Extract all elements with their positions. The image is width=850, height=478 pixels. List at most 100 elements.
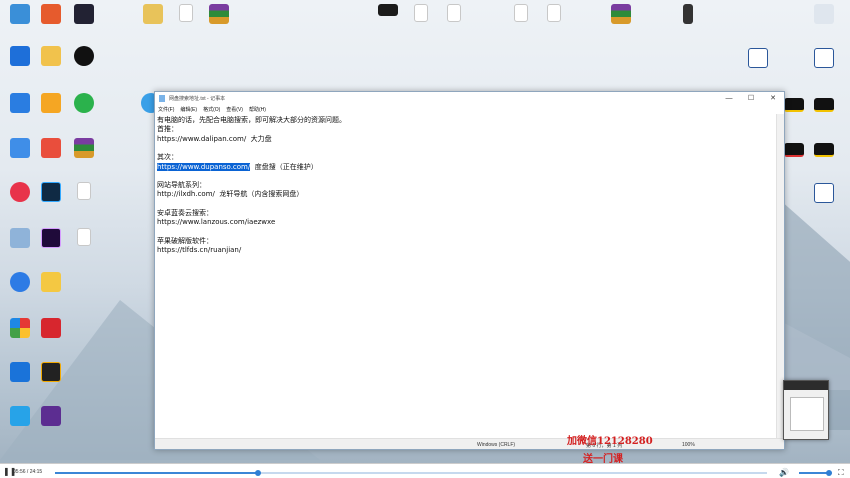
volume-handle[interactable] [825,470,832,476]
selected-text[interactable]: https://www.dupanso.com/ [157,162,251,171]
text-line: 其次： [157,153,178,162]
file-icon [814,4,834,24]
desktop-icon[interactable] [66,93,102,113]
app-icon [10,182,30,202]
desktop-icon[interactable] [806,143,842,157]
maximize-button[interactable]: ☐ [740,94,762,102]
desktop-icon[interactable] [66,46,102,66]
desktop-icon[interactable] [66,182,102,200]
text-line: https://www.lanzous.com/iaezwxe [157,218,276,227]
desktop-icon[interactable] [806,183,842,203]
notepad-window[interactable]: 网盘搜索地址.txt - 记事本 — ☐ ✕ 文件(F) 编辑(E) 格式(O)… [154,91,785,450]
desktop: 网盘搜索地址.txt - 记事本 — ☐ ✕ 文件(F) 编辑(E) 格式(O)… [0,0,850,463]
file-icon [547,4,561,22]
desktop-icon[interactable] [740,48,776,68]
desktop-icon[interactable] [33,318,69,338]
word-doc-icon [814,183,834,203]
desktop-icon[interactable] [33,182,69,202]
app-icon [41,318,61,338]
desktop-icon[interactable] [33,228,69,248]
desktop-icon[interactable] [66,138,102,158]
word-doc-icon [748,48,768,68]
desktop-icon[interactable] [33,406,69,426]
app-icon [74,4,94,24]
desktop-icon[interactable] [403,4,439,22]
folder-icon [41,272,61,292]
desktop-icon[interactable] [503,4,539,22]
computer-icon [10,4,30,24]
desktop-icon[interactable] [66,228,102,246]
menu-help[interactable]: 帮助(H) [249,106,266,113]
shield-icon [10,46,30,66]
volume-slider[interactable] [799,470,832,476]
desktop-icon[interactable] [33,138,69,158]
video-file-icon [784,143,804,157]
file-icon [179,4,193,22]
background-window[interactable] [783,380,829,440]
status-bar: Windows (CRLF) 第 6 行，第 1 列 100% [155,438,784,449]
fullscreen-icon[interactable]: ⛶ [838,468,844,478]
photoshop-icon [41,182,61,202]
notepad-icon [159,94,165,102]
file-icon [514,4,528,22]
close-button[interactable]: ✕ [762,94,784,102]
desktop-icon[interactable] [436,4,472,22]
archive-icon [611,4,631,24]
desktop-icon[interactable] [33,362,69,382]
desktop-icon[interactable] [33,93,69,113]
recycle-bin-icon [10,228,30,248]
progress-handle[interactable] [254,470,261,476]
video-player-icon [41,406,61,426]
app-icon [10,406,30,426]
file-icon [77,182,91,200]
text-area[interactable]: 有电脑的话，先配合电脑搜索，即可解决大部分的资源问题。 首推： https://… [155,114,776,438]
desktop-icon[interactable] [806,98,842,112]
menu-file[interactable]: 文件(F) [158,106,174,113]
desktop-icon[interactable] [33,4,69,24]
text-line: 首推： [157,125,178,134]
text-line-selected: https://www.dupanso.com/ 度盘搜（正在维护） [157,162,774,172]
progress-bar[interactable] [55,470,767,476]
file-icon [447,4,461,22]
volume-fill [799,472,829,474]
text-line: 安卓蓝奏云搜索： [157,208,213,217]
progress-fill [55,472,258,474]
app-icon [41,362,61,382]
app-icon [10,93,30,113]
desktop-icon[interactable] [33,46,69,66]
browser-icon [10,272,30,292]
title-bar[interactable]: 网盘搜索地址.txt - 记事本 — ☐ ✕ [155,92,784,104]
desktop-icon[interactable] [135,4,171,24]
teamviewer-icon [10,362,30,382]
desktop-icon[interactable] [536,4,572,22]
app-icon [10,318,30,338]
minimize-button[interactable]: — [718,95,740,102]
file-icon [143,4,163,24]
menu-format[interactable]: 格式(O) [203,106,220,113]
after-effects-icon [41,228,61,248]
desktop-icon[interactable] [603,4,639,24]
video-file-icon [814,98,834,112]
text-line: https://www.dalipan.com/ 大力盘 [157,134,272,143]
desktop-icon[interactable] [806,4,842,24]
video-file-icon [814,143,834,157]
desktop-icon[interactable] [66,4,102,24]
desktop-icon[interactable] [33,272,69,292]
status-zoom: 100% [682,442,695,448]
window-title-bar[interactable] [784,381,828,390]
desktop-icon[interactable] [670,4,706,24]
desktop-icon[interactable] [168,4,204,22]
desktop-icon[interactable] [806,48,842,68]
time-display: 05:56 / 24:15 [13,469,43,475]
window-content [790,397,824,431]
menu-edit[interactable]: 编辑(E) [180,106,197,113]
desktop-icon[interactable] [201,4,237,24]
qq-icon [74,46,94,66]
volume-icon[interactable]: 🔊 [779,468,789,477]
desktop-icon[interactable] [370,4,406,16]
menu-view[interactable]: 查看(V) [226,106,243,113]
menu-bar: 文件(F) 编辑(E) 格式(O) 查看(V) 帮助(H) [155,104,784,114]
